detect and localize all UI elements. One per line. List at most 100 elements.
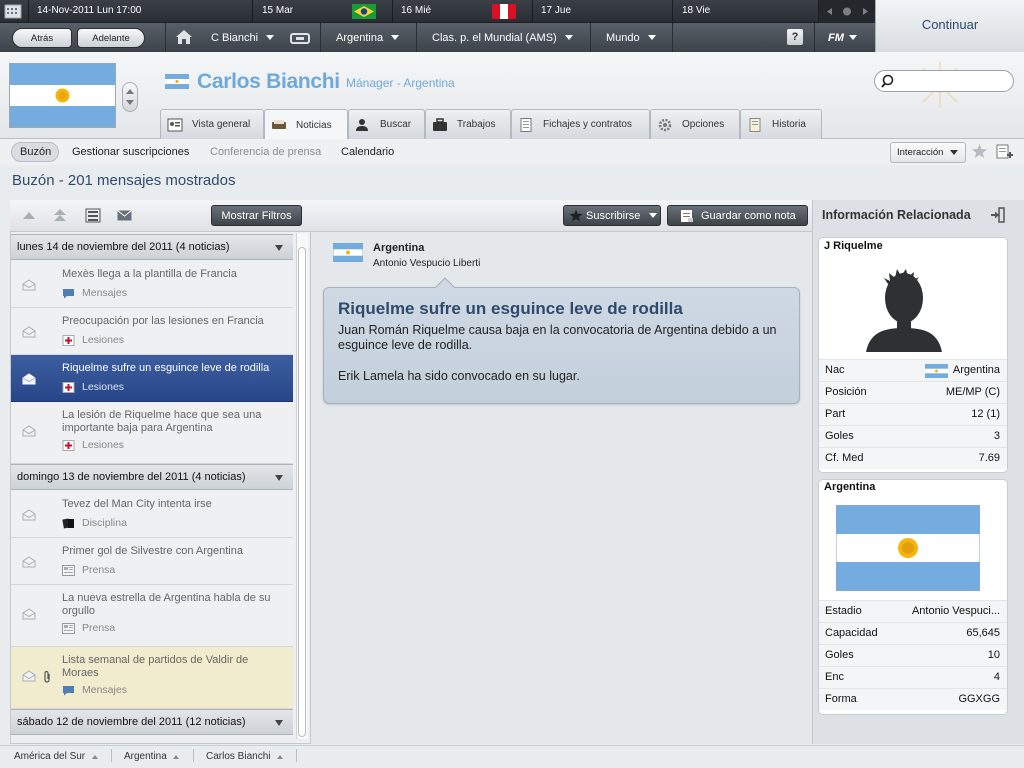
info-value[interactable]: 65,645 (966, 627, 1000, 639)
chevron-down-icon[interactable] (275, 720, 283, 726)
subnav-inbox[interactable]: Buzón (20, 146, 51, 158)
divider (672, 23, 673, 52)
forward-button[interactable]: Adelante (77, 28, 145, 48)
home-icon[interactable] (175, 29, 193, 45)
briefcase-icon (433, 117, 447, 131)
message-category: Disciplina (82, 517, 127, 529)
divider (165, 23, 166, 52)
tab-opciones[interactable]: Opciones (650, 109, 740, 139)
inbox-tray-icon[interactable] (290, 32, 310, 44)
exit-icon[interactable] (990, 207, 1006, 223)
calendar-day[interactable]: 16 Mié (401, 5, 431, 16)
chevron-down-icon[interactable] (275, 245, 283, 251)
divider (193, 749, 194, 762)
message-sender-detail[interactable]: Antonio Vespucio Liberti (373, 258, 480, 269)
world-menu[interactable]: Mundo (606, 23, 656, 52)
argentina-flag-icon (333, 243, 363, 262)
list-icon[interactable] (85, 208, 101, 223)
calendar-day[interactable]: 15 Mar (262, 5, 293, 16)
interaction-dropdown[interactable]: Interacción (890, 142, 966, 163)
chevron-up-icon[interactable] (277, 755, 283, 759)
list-item[interactable]: La lesión de Riquelme hace que sea una i… (11, 402, 293, 464)
message-category: Prensa (82, 564, 116, 576)
help-button[interactable]: ? (787, 29, 803, 45)
list-item[interactable]: Tevez del Man City intenta irse Disciplin… (11, 491, 293, 538)
manager-menu[interactable]: C Bianchi (211, 23, 275, 52)
info-value[interactable]: Argentina (953, 364, 1000, 376)
show-filters-button[interactable]: Mostrar Filtros (211, 205, 302, 226)
info-value[interactable]: 4 (994, 671, 1000, 683)
manager-role[interactable]: Mánager - Argentina (346, 76, 455, 90)
subnav-subscriptions[interactable]: Gestionar suscripciones (72, 146, 189, 158)
info-label: Capacidad (825, 627, 878, 639)
star-icon[interactable] (971, 143, 988, 159)
chevron-up-icon[interactable] (92, 755, 98, 759)
info-value[interactable]: Antonio Vespuci... (912, 605, 1000, 617)
chevron-down-icon (266, 35, 275, 40)
breadcrumb-manager[interactable]: Carlos Bianchi (206, 751, 270, 762)
calendar-day[interactable]: 18 Vie (682, 5, 710, 16)
info-value[interactable]: ME/MP (C) (946, 386, 1000, 398)
info-value[interactable]: 7.69 (979, 452, 1000, 464)
calendar-controls (818, 0, 875, 23)
note-icon (681, 210, 693, 222)
breadcrumb-team[interactable]: Argentina (124, 751, 167, 762)
search-icon (881, 74, 894, 88)
list-item[interactable]: Lista semanal de partidos de Valdir de M… (11, 647, 293, 709)
tab-label: Opciones (682, 119, 725, 130)
info-value[interactable]: GGXGG (958, 693, 1000, 705)
list-group-header[interactable]: lunes 14 de noviembre del 2011 (4 notici… (11, 234, 293, 260)
subnav-calendar[interactable]: Calendario (341, 146, 394, 158)
message-sender[interactable]: Argentina (373, 242, 424, 254)
chevron-down-icon[interactable] (275, 475, 283, 481)
gear-icon (658, 118, 672, 131)
list-item[interactable]: Primer gol de Silvestre con Argentina Pre… (11, 538, 293, 585)
info-label: Goles (825, 649, 854, 661)
team-name[interactable]: Argentina (824, 481, 875, 493)
list-group-header[interactable]: sábado 12 de noviembre del 2011 (12 noti… (11, 709, 293, 735)
world-menu-label: Mundo (606, 31, 640, 44)
save-as-note-button[interactable]: Guardar como nota (667, 205, 808, 226)
list-item[interactable]: Riquelme sufre un esguince leve de rodil… (11, 355, 293, 402)
calendar-icon[interactable] (4, 4, 22, 19)
info-value[interactable]: 10 (988, 649, 1000, 661)
list-item[interactable]: Mexès llega a la plantilla de Francia Men… (11, 261, 293, 308)
argentina-flag-icon (925, 364, 948, 378)
team-menu[interactable]: Argentina (336, 23, 400, 52)
manager-name[interactable]: Carlos Bianchi (197, 70, 340, 94)
info-value[interactable]: 12 (1) (971, 408, 1000, 420)
message-title: Primer gol de Silvestre con Argentina (62, 545, 243, 557)
related-info-title: Información Relacionada (822, 208, 971, 222)
tab-vista-general[interactable]: Vista general (160, 109, 264, 139)
continue-button[interactable]: Continuar (875, 0, 1024, 52)
list-group-header[interactable]: domingo 13 de noviembre del 2011 (4 noti… (11, 464, 293, 490)
breadcrumb-region[interactable]: América del Sur (14, 751, 85, 762)
ranking-menu[interactable]: Clas. p. el Mundial (AMS) (432, 23, 573, 52)
fm-menu[interactable]: FM (828, 23, 857, 52)
divider (111, 749, 112, 762)
back-button[interactable]: Atrás (12, 28, 72, 48)
save-as-note-label: Guardar como nota (701, 209, 796, 222)
tab-fichajes-contratos[interactable]: Fichajes y contratos (511, 109, 650, 139)
info-value[interactable]: 3 (994, 430, 1000, 442)
arrow-up-icon[interactable] (21, 209, 37, 223)
list-item[interactable]: Preocupación por las lesiones en Francia… (11, 308, 293, 355)
subnav-press-conference[interactable]: Conferencia de prensa (210, 146, 321, 158)
subscribe-button[interactable]: Suscribirse (563, 205, 661, 226)
scrollbar-thumb[interactable] (298, 247, 306, 737)
tab-noticias[interactable]: Noticias (264, 109, 348, 140)
chevron-up-icon[interactable] (173, 755, 179, 759)
list-item[interactable]: La nueva estrella de Argentina habla de … (11, 585, 293, 647)
search-input[interactable] (874, 70, 1014, 92)
double-arrow-up-icon[interactable] (52, 208, 68, 224)
tab-historia[interactable]: Historia (740, 109, 822, 139)
tab-buscar[interactable]: Buscar (348, 109, 425, 139)
envelope-icon[interactable] (117, 210, 132, 221)
group-header-label: domingo 13 de noviembre del 2011 (4 noti… (17, 471, 246, 483)
profile-switcher[interactable] (122, 82, 138, 112)
tab-trabajos[interactable]: Trabajos (425, 109, 511, 139)
player-name[interactable]: J Riquelme (824, 240, 883, 252)
add-note-icon[interactable] (996, 144, 1013, 160)
calendar-day[interactable]: 17 Jue (541, 5, 571, 16)
message-body: Juan Román Riquelme causa baja en la con… (338, 323, 777, 352)
